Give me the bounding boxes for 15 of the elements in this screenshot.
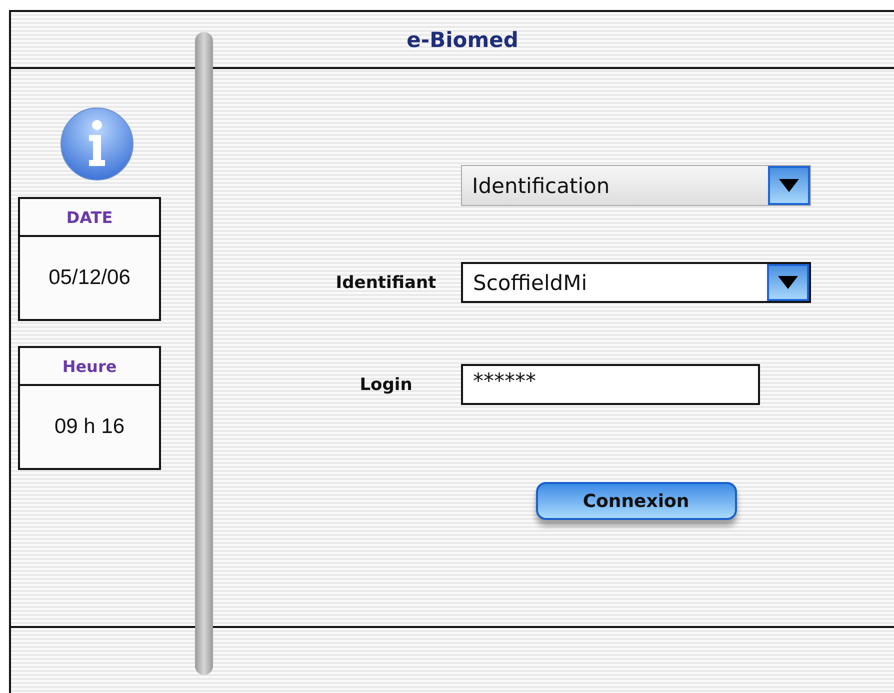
date-value: 05/12/06	[48, 266, 130, 290]
connect-button[interactable]: Connexion	[536, 482, 736, 520]
login-label: Login	[360, 374, 412, 394]
dropdown-arrow-icon	[779, 179, 799, 192]
identifiant-label: Identifiant	[336, 272, 436, 292]
time-label: Heure	[62, 356, 117, 376]
info-icon	[58, 105, 136, 183]
time-value: 09 h 16	[54, 415, 125, 439]
date-label: DATE	[66, 208, 113, 226]
login-field[interactable]: ******	[461, 364, 760, 405]
window-title: e-Biomed	[406, 28, 518, 52]
mode-dropdown[interactable]: Identification	[461, 165, 811, 206]
dropdown-arrow-icon	[778, 276, 798, 289]
splitter-handle[interactable]	[195, 32, 213, 675]
identifiant-dropdown[interactable]: ScoffieldMi	[461, 262, 811, 303]
